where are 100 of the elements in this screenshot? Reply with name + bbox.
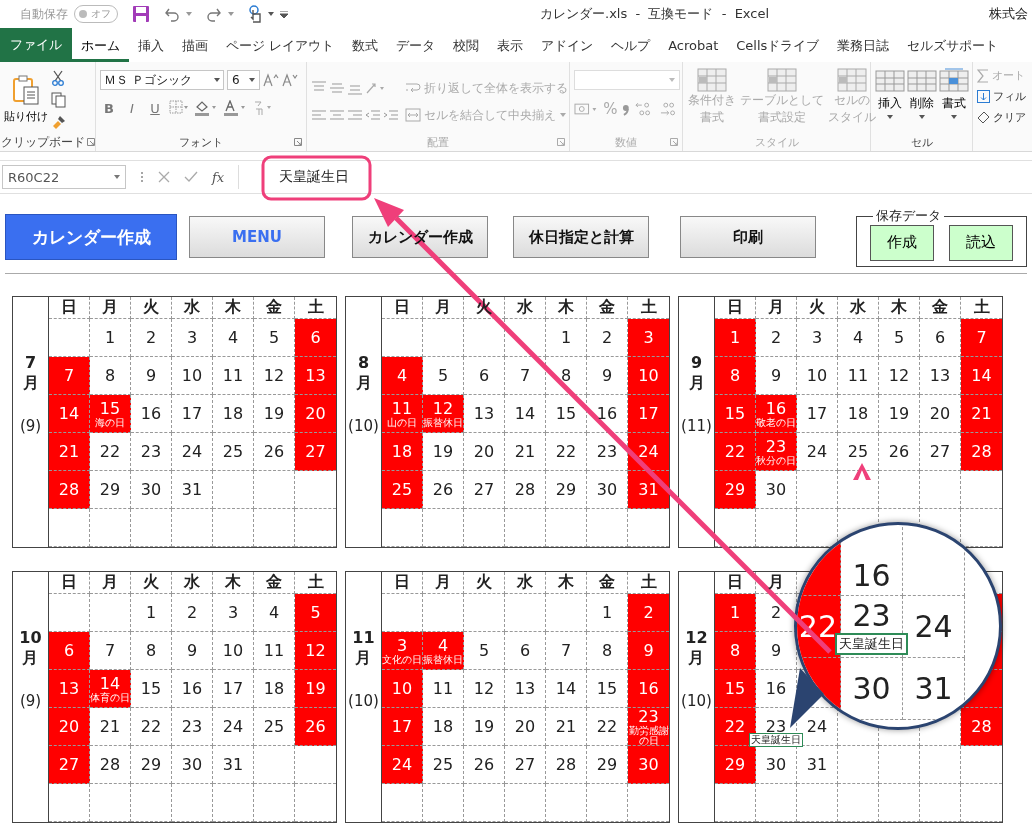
day-number: 31: [638, 480, 659, 499]
day-number: 13: [929, 366, 951, 385]
caret-icon[interactable]: [268, 12, 274, 16]
ribbon-tab[interactable]: 描画: [173, 28, 217, 62]
macro-button[interactable]: カレンダー作成: [5, 214, 177, 260]
formula-field[interactable]: 天皇誕生日: [238, 165, 1032, 189]
ribbon-tab[interactable]: 表示: [488, 28, 533, 62]
group-title: 保存データ: [875, 207, 942, 225]
borders-icon[interactable]: [169, 100, 189, 116]
enter-icon[interactable]: [184, 171, 198, 183]
day-number: 18: [222, 404, 244, 423]
weekday-cell: 木: [546, 572, 587, 594]
day-number: 18: [847, 404, 869, 423]
scissors-icon[interactable]: [51, 69, 65, 86]
font-name-field[interactable]: ＭＳ Ｐゴシック: [100, 70, 224, 90]
ribbon-tab[interactable]: データ: [387, 28, 445, 62]
cells-button[interactable]: 書式: [939, 68, 969, 119]
day-number: 28: [58, 480, 80, 499]
day-number: 2: [770, 328, 782, 347]
ribbon-tab[interactable]: アドイン: [532, 28, 603, 62]
day-number: 20: [929, 404, 951, 423]
paste-button[interactable]: 貼り付け: [4, 73, 48, 126]
cells-button[interactable]: 挿入: [875, 68, 905, 119]
ribbon-tab[interactable]: Cellsドライブ: [727, 28, 829, 62]
menu-button[interactable]: MENU: [189, 216, 325, 258]
font-color-icon[interactable]: [223, 100, 247, 116]
day-number: 2: [601, 328, 613, 347]
ribbon-tab[interactable]: 挿入: [129, 28, 173, 62]
insert-function-button[interactable]: fx: [212, 169, 225, 185]
day-number: 5: [268, 328, 280, 347]
caret-icon[interactable]: [114, 175, 120, 179]
day-number: 22: [724, 442, 746, 461]
ribbon-tab[interactable]: 校閲: [444, 28, 489, 62]
weekday-cell: 日: [382, 297, 423, 319]
brush-icon[interactable]: [51, 113, 67, 130]
day-number: 10: [222, 641, 244, 660]
customize-icon[interactable]: [280, 10, 288, 18]
holiday-label: 勤労感謝の日: [628, 725, 669, 746]
day-number: 19: [473, 717, 495, 736]
weekday-cell: 月: [423, 297, 464, 319]
ribbon-tab[interactable]: ヘルプ: [602, 28, 660, 62]
holiday-label: 天皇誕生日: [835, 632, 908, 655]
fill-button[interactable]: フィル: [977, 89, 1032, 104]
day-number: 28: [555, 755, 577, 774]
merge-cells-icon: [405, 108, 421, 122]
phonetic-icon[interactable]: [252, 100, 274, 116]
bold-button[interactable]: B: [100, 100, 118, 116]
ribbon-tab[interactable]: ページ レイアウト: [217, 28, 344, 62]
ribbon-tab[interactable]: セルズサポート: [898, 28, 1008, 62]
ribbon-tab[interactable]: Acrobat: [659, 28, 728, 62]
macro-button[interactable]: 作成: [870, 224, 935, 261]
week-count: (9): [19, 417, 42, 435]
save-icon[interactable]: [132, 5, 150, 23]
weekday-cell: 水: [505, 297, 546, 319]
touch-mode-icon[interactable]: [248, 5, 262, 23]
ribbon-tab[interactable]: 業務日誌: [828, 28, 899, 62]
day-number: 17: [222, 679, 244, 698]
caret-icon: [887, 115, 893, 119]
day-number: 27: [514, 755, 536, 774]
redo-icon[interactable]: [206, 6, 222, 22]
day-number: 6: [63, 641, 75, 660]
day-number: 2: [145, 328, 157, 347]
copy-icon[interactable]: [51, 91, 67, 108]
file-tab[interactable]: ファイル: [0, 28, 72, 62]
weekday-cell: 水: [505, 572, 546, 594]
day-number: 6: [478, 366, 490, 385]
name-box[interactable]: R60C22: [2, 165, 126, 189]
group-label: 配置: [427, 134, 449, 150]
underline-button[interactable]: U: [146, 100, 164, 116]
caret-icon[interactable]: [249, 78, 255, 82]
macro-button[interactable]: 休日指定と計算: [513, 216, 649, 258]
day-number: 21: [58, 442, 80, 461]
clipboard-icon: [12, 75, 40, 105]
day-number: 6: [934, 328, 946, 347]
day-number: 6: [519, 641, 531, 660]
italic-button[interactable]: I: [123, 100, 141, 116]
day-number: 25: [222, 442, 244, 461]
day-number: 24: [391, 755, 413, 774]
ribbon-tab[interactable]: 数式: [343, 28, 388, 62]
day-number: 22: [140, 717, 162, 736]
day-number: 5: [893, 328, 905, 347]
day-number: 16: [765, 679, 787, 698]
macro-button[interactable]: 印刷: [680, 216, 816, 258]
cancel-icon[interactable]: [158, 171, 170, 183]
launcher-icon[interactable]: [294, 138, 302, 146]
clear-button[interactable]: クリア: [977, 110, 1032, 125]
day-number: 9: [601, 366, 613, 385]
launcher-icon[interactable]: [87, 138, 95, 146]
day-number: 4: [396, 366, 408, 385]
font-size-field[interactable]: 6: [227, 70, 260, 90]
fill-color-icon[interactable]: [194, 100, 218, 116]
shrink-font-icon[interactable]: [282, 73, 298, 87]
day-number: 15: [140, 679, 162, 698]
grow-font-icon[interactable]: [263, 73, 279, 87]
day-number: 17: [391, 717, 413, 736]
undo-icon[interactable]: [164, 6, 180, 22]
macro-button[interactable]: 読込: [948, 224, 1013, 261]
day-number: 17: [181, 404, 203, 423]
caret-icon[interactable]: [214, 78, 220, 82]
cells-button[interactable]: 削除: [907, 68, 937, 119]
